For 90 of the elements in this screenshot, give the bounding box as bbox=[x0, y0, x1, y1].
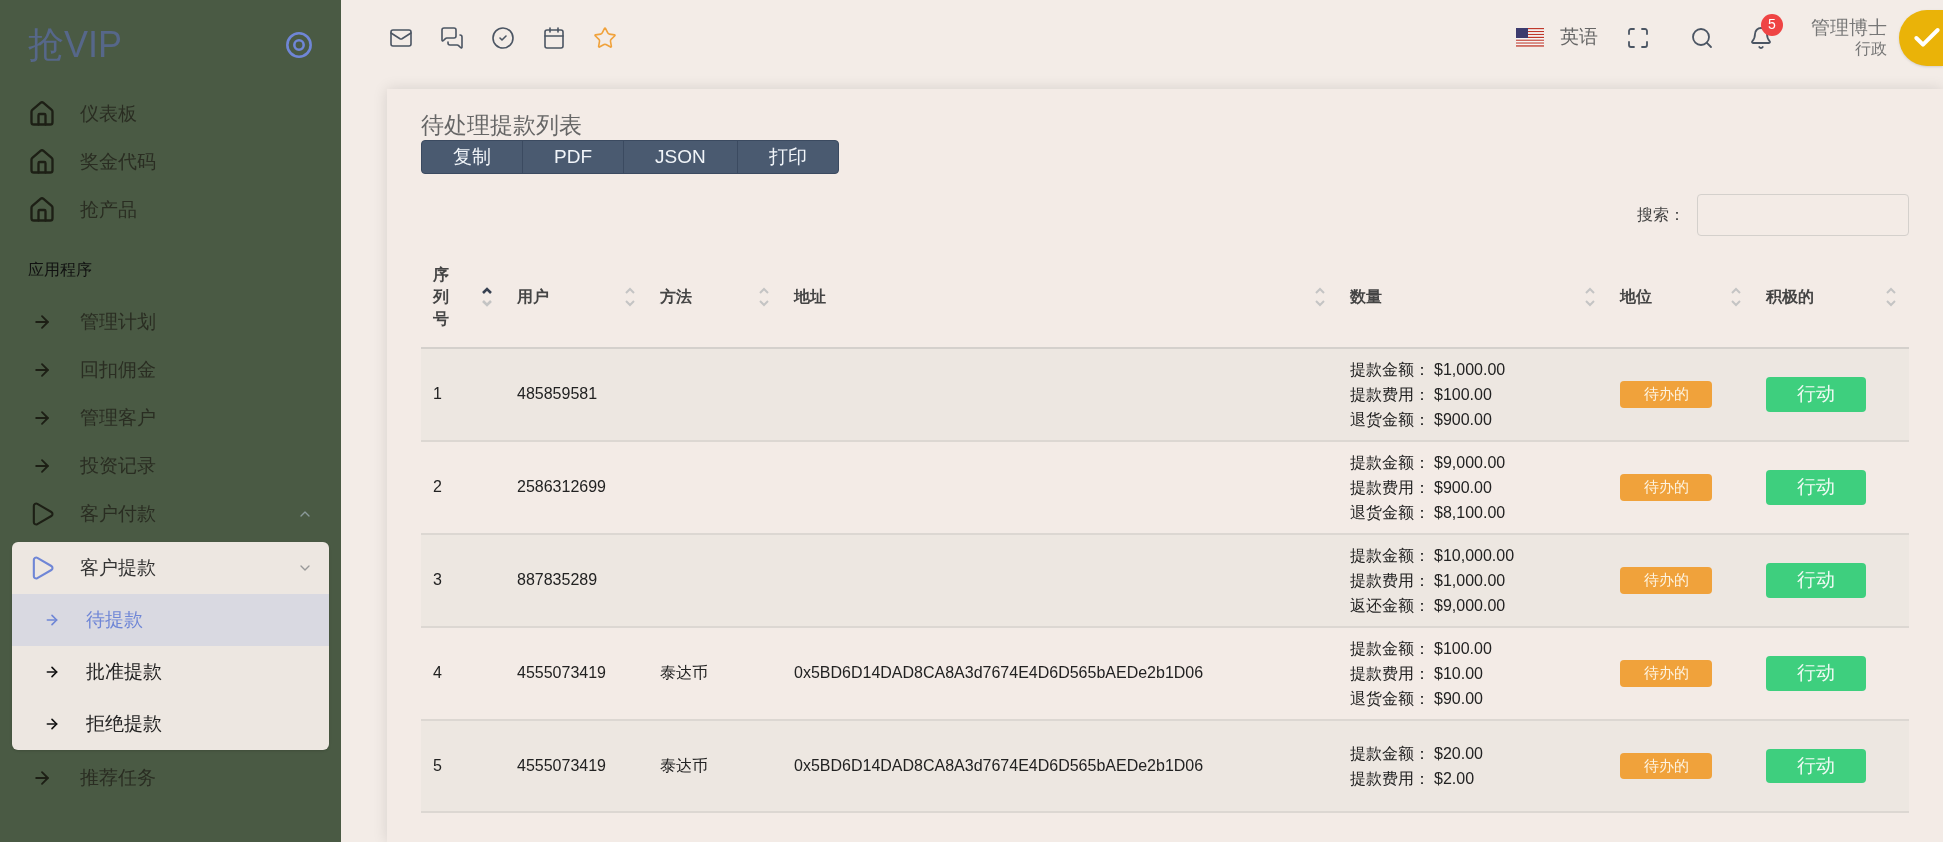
amount-value: $900.00 bbox=[1434, 477, 1492, 498]
table-cell: 887835289 bbox=[517, 571, 598, 589]
export-button[interactable]: 打印 bbox=[736, 140, 838, 173]
arrow-icon bbox=[44, 664, 60, 680]
amount-label: 退货金额： bbox=[1350, 409, 1430, 430]
table-cell: 2586312699 bbox=[517, 478, 606, 496]
arrow-icon bbox=[32, 360, 52, 380]
notification-badge: 5 bbox=[1761, 13, 1783, 36]
amount-value: $8,100.00 bbox=[1434, 502, 1506, 523]
status-badge: 待办的 bbox=[1620, 752, 1712, 779]
submenu-item[interactable]: 拒绝提款 bbox=[12, 698, 329, 750]
avatar[interactable] bbox=[1899, 9, 1943, 66]
home-icon bbox=[28, 196, 56, 224]
language-label[interactable]: 英语 bbox=[1560, 23, 1598, 52]
status-badge: 待办的 bbox=[1620, 474, 1712, 501]
export-button[interactable]: 复制 bbox=[422, 140, 522, 173]
table-cell: 0x5BD6D14DAD8CA8A3d7674E4D6D565bAEDe2b1D06 bbox=[794, 664, 1204, 682]
amount-label: 提款金额： bbox=[1350, 743, 1430, 764]
submenu-item[interactable]: 批准提款 bbox=[12, 646, 329, 698]
amount-value: $90.00 bbox=[1434, 688, 1483, 709]
column-header[interactable]: 地位 bbox=[1608, 247, 1754, 348]
column-header[interactable]: 用户 bbox=[505, 247, 648, 348]
amount-label: 提款费用： bbox=[1350, 768, 1430, 789]
table-cell: 4 bbox=[433, 664, 442, 682]
arrow-icon bbox=[32, 408, 52, 428]
arrow-icon bbox=[32, 456, 52, 476]
us-flag-icon bbox=[1516, 27, 1544, 48]
amount-value: $900.00 bbox=[1434, 409, 1492, 430]
table-cell: 4555073419 bbox=[517, 664, 606, 682]
column-header[interactable]: 方法 bbox=[648, 247, 782, 348]
amount-value: $100.00 bbox=[1434, 638, 1492, 659]
logo: 抢VIP bbox=[28, 23, 123, 67]
amount-label: 提款费用： bbox=[1350, 663, 1430, 684]
amount-value: $100.00 bbox=[1434, 384, 1492, 405]
amount-label: 提款费用： bbox=[1350, 477, 1430, 498]
table-cell: 485859581 bbox=[517, 385, 598, 403]
amount-value: $1,000.00 bbox=[1434, 359, 1506, 380]
amount-value: $10.00 bbox=[1434, 663, 1483, 684]
fullscreen-icon[interactable] bbox=[1626, 25, 1650, 50]
home-icon bbox=[28, 100, 56, 128]
search-label: 搜索： bbox=[1637, 204, 1685, 225]
amount-label: 提款费用： bbox=[1350, 384, 1430, 405]
status-badge: 待办的 bbox=[1620, 567, 1712, 594]
export-button[interactable]: PDF bbox=[522, 140, 623, 173]
table-cell: 泰达币 bbox=[660, 664, 708, 682]
table-cell: 0x5BD6D14DAD8CA8A3d7674E4D6D565bAEDe2b1D06 bbox=[794, 756, 1204, 774]
home-icon bbox=[28, 148, 56, 176]
arrow-icon bbox=[44, 612, 60, 628]
amount-label: 返还金额： bbox=[1350, 595, 1430, 616]
section-heading: 应用程序 bbox=[27, 260, 93, 280]
check-circle-icon[interactable] bbox=[491, 25, 515, 50]
status-badge: 待办的 bbox=[1620, 381, 1712, 408]
amount-label: 退货金额： bbox=[1350, 502, 1430, 523]
amount-label: 提款金额： bbox=[1350, 638, 1430, 659]
table-cell: 5 bbox=[433, 756, 442, 774]
table-cell: 泰达币 bbox=[660, 756, 708, 774]
user-role: 行政 bbox=[1855, 39, 1887, 60]
amount-value: $9,000.00 bbox=[1434, 452, 1506, 473]
amount-value: $1,000.00 bbox=[1434, 570, 1506, 591]
status-badge: 待办的 bbox=[1620, 660, 1712, 687]
amount-value: $10,000.00 bbox=[1434, 545, 1515, 566]
table-cell: 4555073419 bbox=[517, 756, 606, 774]
amount-label: 提款金额： bbox=[1350, 545, 1430, 566]
amount-label: 提款金额： bbox=[1350, 452, 1430, 473]
amount-label: 提款金额： bbox=[1350, 359, 1430, 380]
target-icon bbox=[285, 31, 313, 59]
arrow-icon bbox=[32, 312, 52, 332]
amount-label: 提款费用： bbox=[1350, 570, 1430, 591]
table-cell: 1 bbox=[433, 385, 442, 403]
table-cell: 3 bbox=[433, 571, 442, 589]
arrow-icon bbox=[44, 716, 60, 732]
user-name[interactable]: 管理博士 bbox=[1811, 15, 1887, 40]
amount-label: 退货金额： bbox=[1350, 688, 1430, 709]
amount-value: $20.00 bbox=[1434, 743, 1483, 764]
chat-icon[interactable] bbox=[440, 25, 464, 50]
calendar-icon[interactable] bbox=[542, 25, 566, 50]
search-field[interactable] bbox=[1697, 193, 1909, 236]
export-button[interactable]: JSON bbox=[623, 140, 737, 173]
menu-item[interactable]: 客户提款 bbox=[12, 542, 329, 594]
column-header[interactable]: 数量 bbox=[1338, 247, 1608, 348]
star-icon[interactable] bbox=[593, 25, 617, 50]
search-icon[interactable] bbox=[1690, 25, 1714, 50]
amount-value: $2.00 bbox=[1434, 768, 1475, 789]
column-header[interactable]: 积极的 bbox=[1754, 247, 1909, 348]
column-header[interactable]: 地址 bbox=[782, 247, 1338, 348]
table-cell: 2 bbox=[433, 478, 442, 496]
card-title: 待处理提款列表 bbox=[421, 111, 583, 140]
submenu-item[interactable]: 待提款 bbox=[12, 594, 329, 646]
amount-value: $9,000.00 bbox=[1434, 595, 1506, 616]
column-header[interactable]: 序列号 bbox=[421, 247, 505, 348]
